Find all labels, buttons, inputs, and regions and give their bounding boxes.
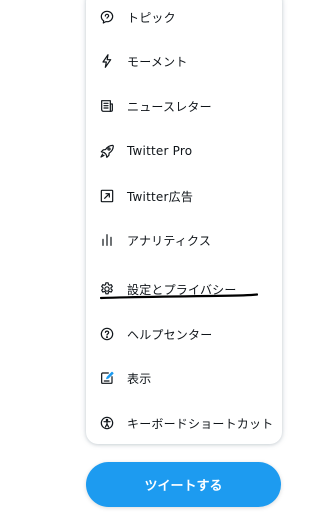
menu-item-label: ヘルプセンター (127, 327, 213, 342)
analytics-icon (99, 232, 115, 248)
menu-item-help-center[interactable]: ヘルプセンター (86, 312, 282, 356)
ads-icon (99, 188, 115, 204)
moments-icon (99, 53, 115, 69)
newsletter-icon (99, 98, 115, 114)
gear-icon (99, 281, 115, 297)
menu-item-label: Twitter広告 (127, 189, 194, 204)
menu-item-label: 表示 (127, 371, 152, 386)
menu-item-label: ニュースレター (127, 99, 212, 114)
display-icon (99, 370, 115, 386)
more-menu-panel: トピック モーメント ニュースレター Twitter Pro Twitter広告… (86, 0, 282, 444)
menu-item-topics[interactable]: トピック (86, 0, 282, 39)
menu-item-display[interactable]: 表示 (86, 356, 282, 400)
tweet-button[interactable]: ツイートする (86, 462, 281, 507)
menu-item-keyboard-shortcuts[interactable]: キーボードショートカット (86, 401, 282, 445)
menu-item-label: 設定とプライバシー (127, 282, 237, 297)
topics-icon (99, 9, 115, 25)
menu-item-moments[interactable]: モーメント (86, 39, 282, 83)
menu-item-label: キーボードショートカット (127, 416, 274, 431)
menu-item-label: アナリティクス (127, 233, 212, 248)
accessibility-icon (99, 415, 115, 431)
menu-item-twitter-pro[interactable]: Twitter Pro (86, 129, 282, 173)
menu-item-newsletter[interactable]: ニュースレター (86, 84, 282, 128)
help-icon (99, 326, 115, 342)
menu-item-label: Twitter Pro (127, 144, 193, 158)
menu-item-label: トピック (127, 10, 176, 25)
menu-item-analytics[interactable]: アナリティクス (86, 218, 282, 262)
rocket-icon (99, 143, 115, 159)
menu-item-twitter-ads[interactable]: Twitter広告 (86, 174, 282, 218)
app-stage: トピック モーメント ニュースレター Twitter Pro Twitter広告… (0, 0, 322, 512)
menu-item-settings-privacy[interactable]: 設定とプライバシー (86, 267, 282, 311)
menu-item-label: モーメント (127, 54, 188, 69)
